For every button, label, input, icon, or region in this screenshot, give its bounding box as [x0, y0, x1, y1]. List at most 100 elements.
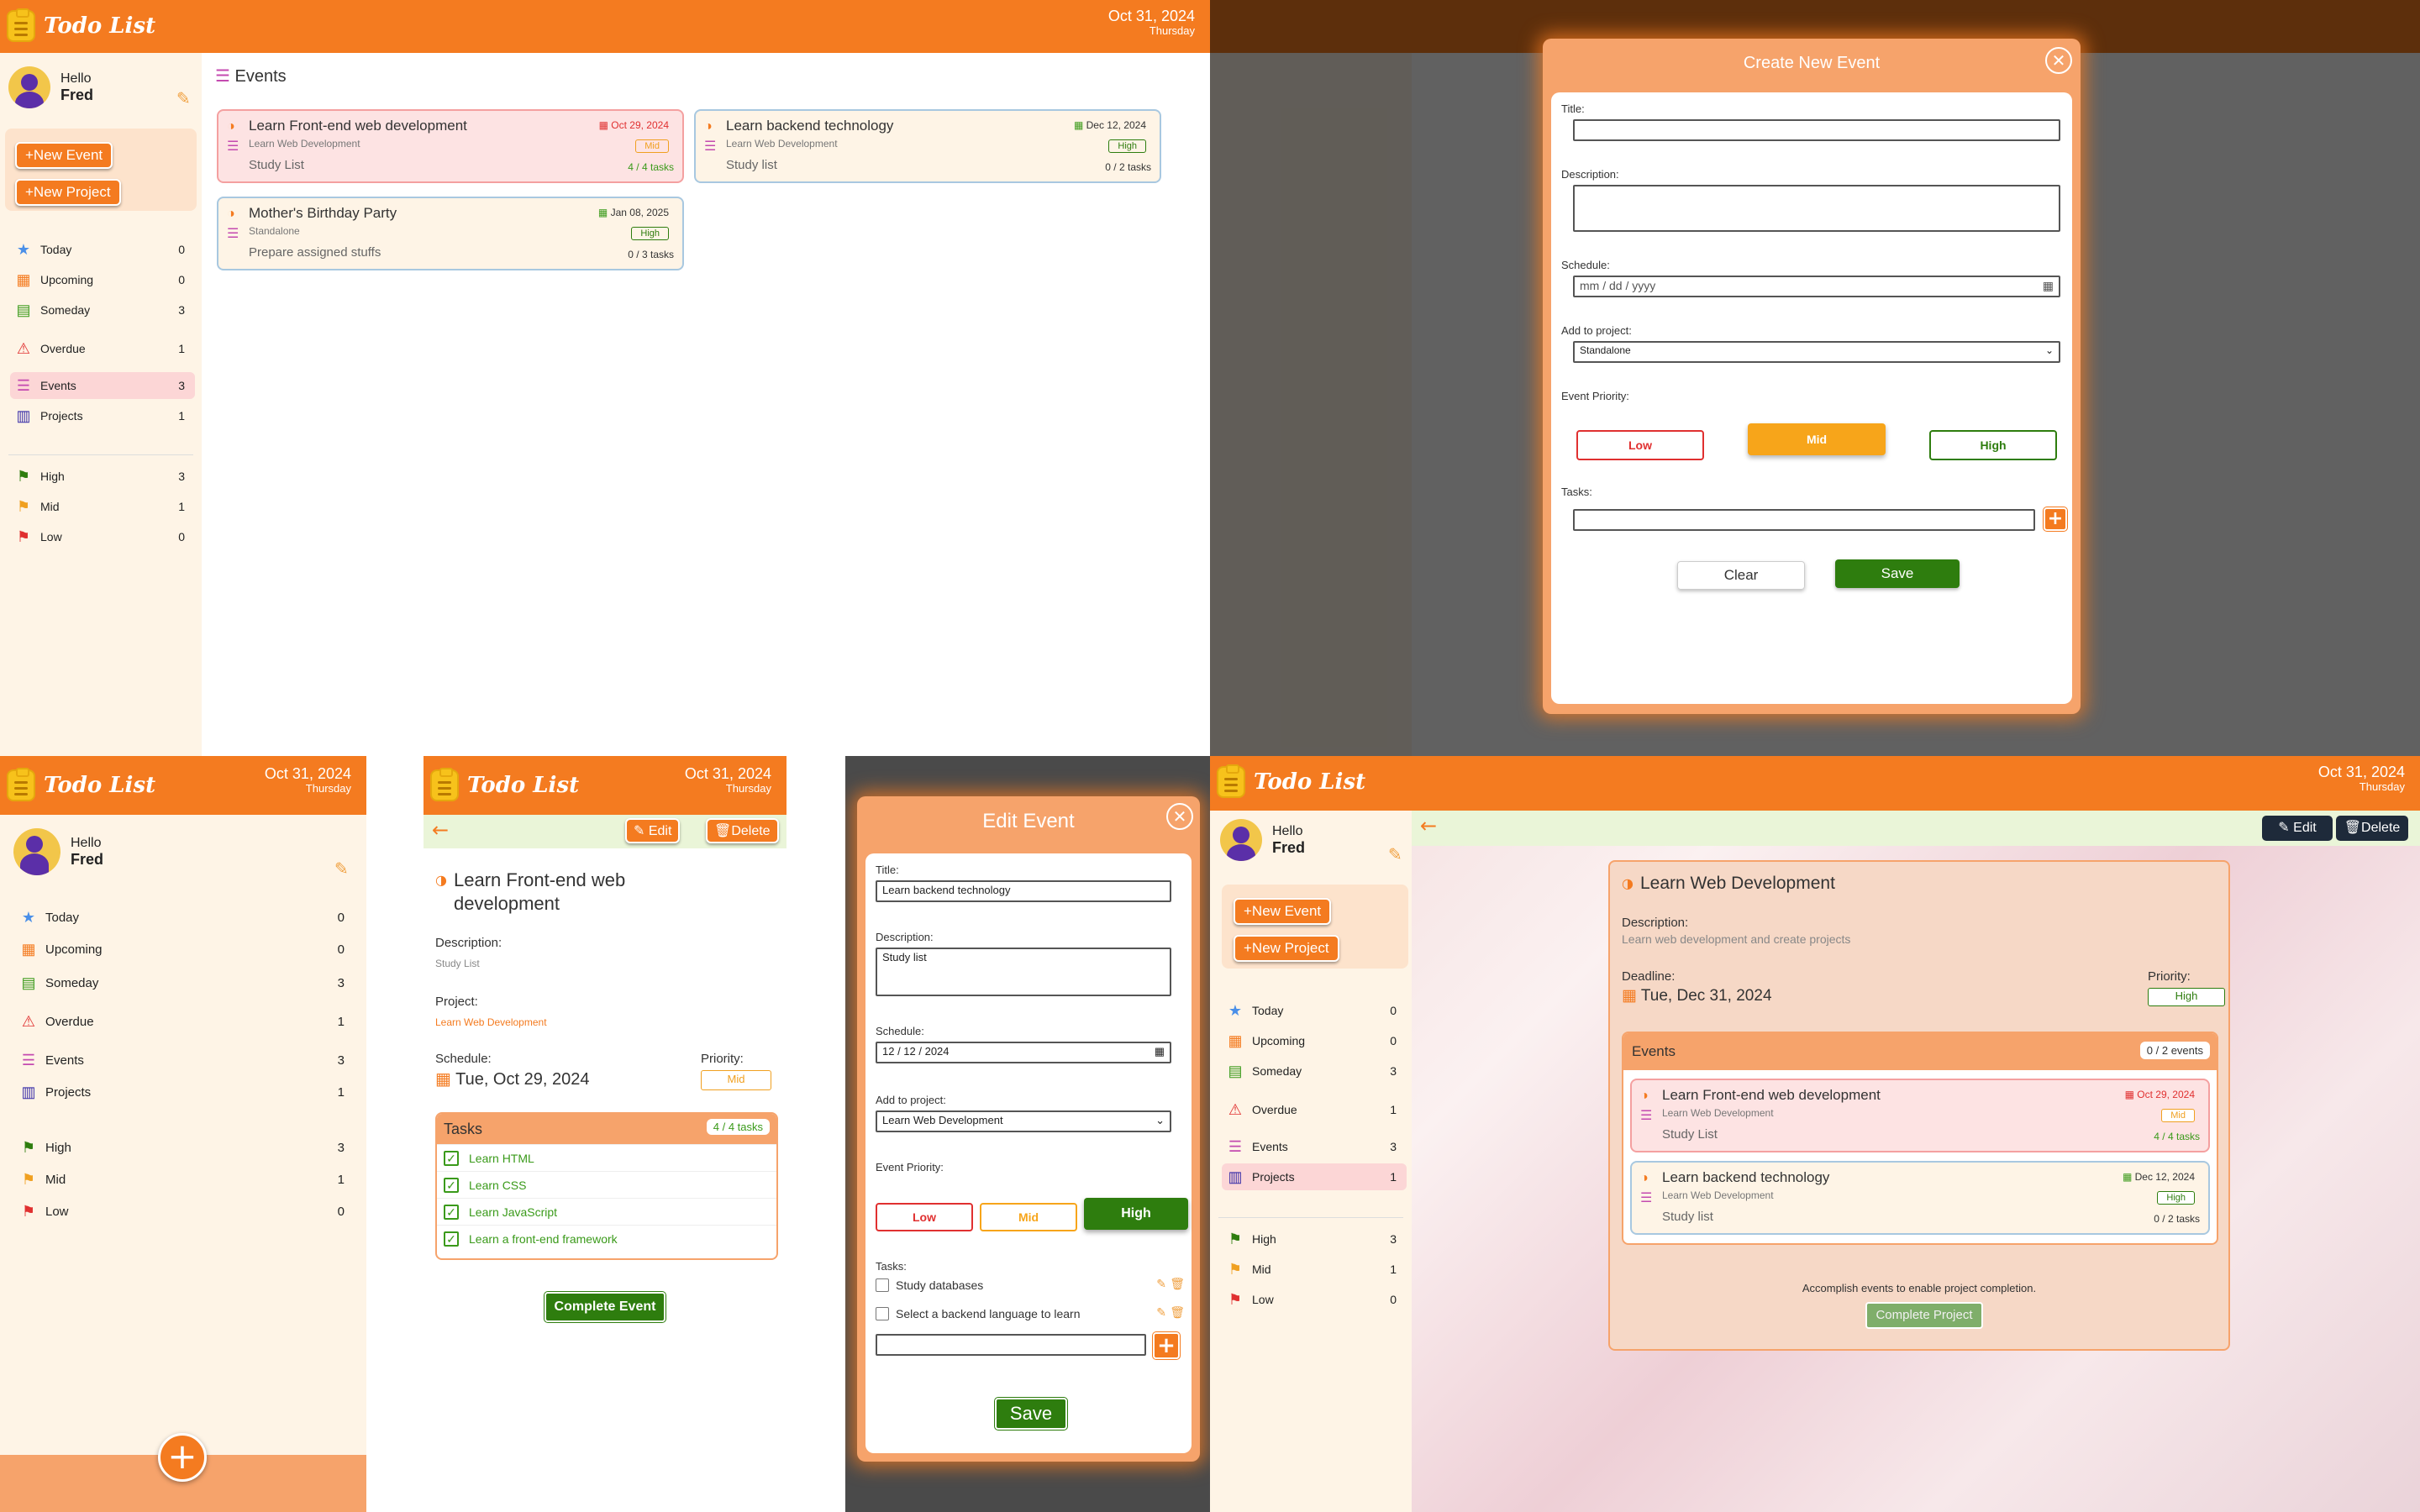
nav-events[interactable]: ☰ Events 3 — [1222, 1133, 1407, 1160]
new-project-button[interactable]: +New Project — [1234, 935, 1339, 962]
sidebar: Hello Fred ✎ +New Event +New Project ★ Tod… — [0, 53, 202, 756]
nav-upcoming[interactable]: ▦ Upcoming 0 — [15, 936, 355, 963]
pencil-icon[interactable]: ✎ — [1156, 1305, 1166, 1320]
title-input[interactable] — [1573, 119, 2060, 141]
project-select[interactable]: Learn Web Development ⌄ — [876, 1110, 1171, 1132]
checkbox-checked-icon[interactable]: ✓ — [444, 1150, 459, 1166]
description-textarea[interactable] — [1573, 185, 2060, 232]
nav-overdue[interactable]: ⚠ Overdue 1 — [10, 335, 195, 362]
complete-event-button[interactable]: Complete Event — [544, 1292, 666, 1322]
task-input[interactable] — [876, 1334, 1146, 1356]
new-event-button[interactable]: +New Event — [1234, 898, 1332, 925]
nav-upcoming[interactable]: ▦ Upcoming 0 — [10, 266, 195, 293]
task-row[interactable]: Study databases ✎ 🗑 — [876, 1275, 1186, 1297]
nav-mid[interactable]: ⚑ Mid 1 — [1222, 1256, 1407, 1283]
description-textarea[interactable]: Study list — [876, 948, 1171, 996]
task-input[interactable] — [1573, 509, 2035, 531]
checkbox-checked-icon[interactable]: ✓ — [444, 1231, 459, 1247]
new-event-button[interactable]: +New Event — [15, 142, 113, 169]
nav-low[interactable]: ⚑ Low 0 — [1222, 1286, 1407, 1313]
nav-someday[interactable]: ▤ Someday 3 — [1222, 1058, 1407, 1084]
priority-low-button[interactable]: Low — [876, 1203, 973, 1231]
nav-projects[interactable]: ▥ Projects 1 — [1222, 1163, 1407, 1190]
delete-button[interactable]: 🗑Delete — [706, 818, 779, 843]
nav-mid[interactable]: ⚑ Mid 1 — [10, 493, 195, 520]
edit-button[interactable]: ✎ Edit — [2262, 816, 2333, 841]
add-task-plus-icon[interactable]: + — [1153, 1332, 1180, 1359]
priority-high-button[interactable]: High — [1084, 1198, 1188, 1230]
nav-low[interactable]: ⚑ Low 0 — [10, 523, 195, 550]
nav-overdue[interactable]: ⚠ Overdue 1 — [1222, 1096, 1407, 1123]
checkbox-checked-icon[interactable]: ✓ — [444, 1204, 459, 1220]
complete-project-button[interactable]: Complete Project — [1865, 1302, 1983, 1329]
task-row[interactable]: ✓ Learn a front-end framework — [437, 1225, 776, 1252]
event-card[interactable]: ◑ ☰ Mother's Birthday Party Standalone P… — [217, 197, 684, 270]
mid-priority-icon: ◑ — [227, 207, 235, 221]
delete-button[interactable]: 🗑Delete — [2336, 816, 2408, 841]
task-row[interactable]: ✓ Learn JavaScript — [437, 1198, 776, 1225]
save-button[interactable]: Save — [1835, 559, 1960, 588]
nav-projects[interactable]: ▥ Projects 1 — [15, 1079, 355, 1105]
priority-low-button[interactable]: Low — [1576, 430, 1704, 460]
header-date: Oct 31, 2024 Thursday — [2317, 764, 2405, 793]
app-logo[interactable]: Todo List — [7, 8, 155, 42]
nav-projects[interactable]: ▥ Projects 1 — [10, 402, 195, 429]
back-arrow-icon[interactable]: ← — [432, 818, 449, 842]
nav-high[interactable]: ⚑ High 3 — [15, 1134, 355, 1161]
trash-icon[interactable]: 🗑 — [1170, 1305, 1185, 1320]
nav-mid[interactable]: ⚑ Mid 1 — [15, 1166, 355, 1193]
event-card[interactable]: ◑ ☰ Learn backend technology Learn Web D… — [694, 109, 1161, 183]
nav-low[interactable]: ⚑ Low 0 — [15, 1198, 355, 1225]
schedule-date-input[interactable]: 12 / 12 / 2024 ▦ — [876, 1042, 1171, 1063]
app-logo[interactable]: Todo List — [430, 768, 579, 801]
checkbox-icon[interactable] — [876, 1307, 889, 1320]
task-row[interactable]: ✓ Learn HTML — [437, 1144, 776, 1171]
title-input[interactable]: Learn backend technology — [876, 880, 1171, 902]
modal-title: Create New Event — [1743, 54, 1881, 72]
event-title: Learn Front-end web development — [454, 869, 626, 914]
save-button[interactable]: Save — [995, 1398, 1067, 1430]
action-buttons: +New Event +New Project — [1222, 885, 1408, 969]
event-card[interactable]: ◑ ☰ Learn Front-end web development Lear… — [1630, 1079, 2210, 1152]
project-select[interactable]: Standalone ⌄ — [1573, 341, 2060, 363]
checkbox-checked-icon[interactable]: ✓ — [444, 1177, 459, 1193]
schedule-date-input[interactable]: mm / dd / yyyy ▦ — [1573, 276, 2060, 297]
edit-profile-pencil-icon[interactable]: ✎ — [334, 858, 349, 879]
nav-today[interactable]: ★ Today 0 — [1222, 997, 1407, 1024]
nav-today[interactable]: ★ Today 0 — [15, 904, 355, 931]
priority-high-button[interactable]: High — [1929, 430, 2057, 460]
nav-high[interactable]: ⚑ High 3 — [1222, 1226, 1407, 1252]
priority-mid-button[interactable]: Mid — [1748, 423, 1886, 455]
close-icon[interactable]: ✕ — [2045, 47, 2072, 74]
nav-today[interactable]: ★ Today 0 — [10, 236, 195, 263]
event-card[interactable]: ◑ ☰ Learn Front-end web development Lear… — [217, 109, 684, 183]
new-project-button[interactable]: +New Project — [15, 179, 121, 206]
nav-someday[interactable]: ▤ Someday 3 — [15, 969, 355, 996]
app-logo[interactable]: Todo List — [7, 768, 155, 801]
fab-add-icon[interactable]: + — [158, 1433, 207, 1482]
edit-profile-pencil-icon[interactable]: ✎ — [1388, 844, 1402, 864]
pencil-icon[interactable]: ✎ — [1156, 1277, 1166, 1291]
nav-events[interactable]: ☰ Events 3 — [10, 372, 195, 399]
pencil-icon: ✎ — [2278, 821, 2294, 835]
nav-someday[interactable]: ▤ Someday 3 — [10, 297, 195, 323]
edit-button[interactable]: ✎ Edit — [625, 818, 681, 843]
clear-button[interactable]: Clear — [1677, 561, 1805, 590]
add-task-plus-icon[interactable]: + — [2044, 507, 2067, 531]
app-logo[interactable]: Todo List — [1217, 764, 1365, 798]
back-arrow-icon[interactable]: ← — [1420, 814, 1437, 837]
archive-icon: ▤ — [21, 974, 36, 991]
nav-events[interactable]: ☰ Events 3 — [15, 1047, 355, 1074]
nav-upcoming[interactable]: ▦ Upcoming 0 — [1222, 1027, 1407, 1054]
task-row[interactable]: ✓ Learn CSS — [437, 1171, 776, 1198]
close-icon[interactable]: ✕ — [1166, 803, 1193, 830]
trash-icon[interactable]: 🗑 — [1170, 1277, 1185, 1291]
calendar-icon: ▦ — [597, 207, 611, 218]
edit-profile-pencil-icon[interactable]: ✎ — [176, 88, 191, 108]
nav-high[interactable]: ⚑ High 3 — [10, 463, 195, 490]
checkbox-icon[interactable] — [876, 1278, 889, 1292]
nav-overdue[interactable]: ⚠ Overdue 1 — [15, 1008, 355, 1035]
task-row[interactable]: Select a backend language to learn ✎ 🗑 — [876, 1304, 1186, 1326]
priority-mid-button[interactable]: Mid — [980, 1203, 1077, 1231]
event-card[interactable]: ◑ ☰ Learn backend technology Learn Web D… — [1630, 1161, 2210, 1235]
